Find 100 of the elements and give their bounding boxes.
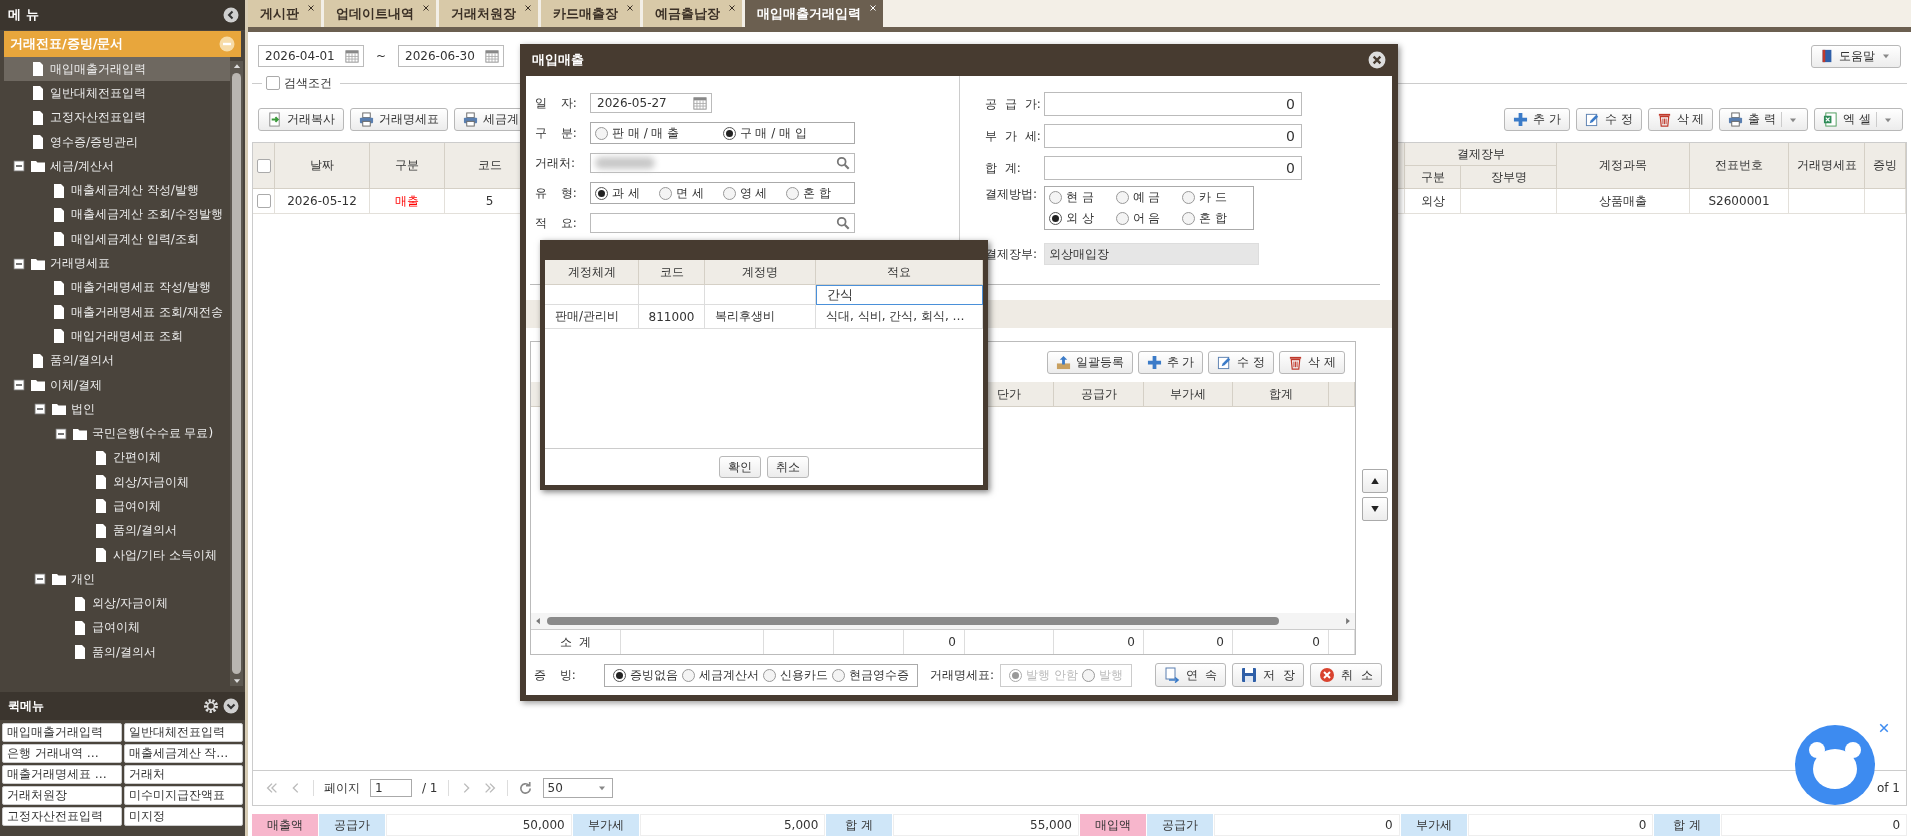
panel-button[interactable]: 삭 제 [1279, 350, 1345, 374]
tab[interactable]: 거래처원장 [439, 0, 538, 27]
collapse-icon[interactable] [13, 160, 25, 173]
settings-icon[interactable] [203, 698, 219, 714]
dialog-button[interactable]: 저 장 [1232, 663, 1305, 687]
quick-menu-button[interactable]: 매출세금계산 작… [123, 744, 243, 763]
bear-icon[interactable] [1792, 724, 1878, 806]
collapse-icon[interactable] [34, 403, 46, 416]
panel-button[interactable]: 일괄등록 [1046, 350, 1133, 374]
radio-button[interactable]: 혼 합 [1182, 210, 1249, 227]
radio-button[interactable]: 면 세 [658, 184, 723, 202]
close-icon[interactable] [307, 4, 315, 12]
collapse-icon[interactable] [13, 257, 25, 270]
table-cell[interactable]: 복리후생비 [705, 305, 816, 329]
toolbar-button[interactable]: 출 력 [1719, 108, 1809, 131]
table-cell[interactable]: 판매/관리비 [545, 305, 639, 329]
radio-button[interactable]: 현금영수증 [832, 666, 909, 684]
table-cell[interactable]: 811000 [639, 305, 705, 329]
tab[interactable]: 예금출납장 [643, 0, 742, 27]
radio-button[interactable]: 증빙없음 [613, 666, 678, 684]
close-icon[interactable] [626, 4, 634, 12]
tree-item[interactable]: 세금/계산서 [4, 154, 230, 179]
dialog-button[interactable]: 취 소 [1310, 663, 1382, 687]
tab[interactable]: 매입매출거래입력 [745, 0, 883, 27]
quick-menu-button[interactable]: 일반대체전표입력 [123, 723, 243, 742]
tree-item[interactable]: 간편이체 [4, 445, 230, 471]
dialog-button[interactable]: 연 속 [1154, 663, 1227, 687]
radio-button[interactable]: 어 음 [1115, 210, 1183, 227]
checkbox[interactable] [266, 76, 280, 90]
tree-item[interactable]: 품의/결의서 [4, 518, 230, 543]
close-icon[interactable] [524, 4, 532, 12]
tree-item[interactable]: 매출거래명세표 조회/재전송 [4, 299, 230, 325]
tree-item[interactable]: 거래명세표 [4, 251, 230, 276]
tab[interactable]: 카드매출장 [541, 0, 640, 27]
panel-button[interactable]: 추 가 [1137, 350, 1204, 374]
tree-item[interactable]: 매출거래명세표 작성/발행 [4, 275, 230, 300]
tree-item[interactable]: 고정자산전표입력 [4, 105, 230, 130]
radio-button[interactable]: 영 세 [722, 184, 787, 202]
tree-item[interactable]: 법인 [4, 397, 230, 422]
search-field[interactable] [590, 213, 855, 233]
refresh-icon[interactable] [517, 780, 533, 796]
quick-menu-button[interactable]: 거래처 [123, 765, 243, 784]
tree-item[interactable]: 외상/자금이체 [4, 470, 230, 495]
scrollbar[interactable] [531, 613, 1355, 629]
radio-button[interactable]: 혼 합 [786, 184, 850, 202]
popup-button[interactable]: 취소 [767, 456, 809, 478]
radio-button[interactable]: 카 드 [1182, 189, 1249, 206]
help-button[interactable]: 도움말 [1811, 44, 1901, 68]
chevron-left-icon[interactable] [223, 7, 239, 23]
checkbox[interactable] [256, 158, 271, 173]
close-icon[interactable] [728, 4, 736, 12]
tree-item[interactable]: 외상/자금이체 [4, 591, 230, 616]
scrollbar[interactable] [230, 61, 243, 686]
tree-item[interactable]: 급여이체 [4, 494, 230, 519]
amount-field[interactable]: 0 [1044, 156, 1302, 180]
filter-field[interactable]: 간식 [816, 285, 983, 305]
quick-menu-button[interactable]: 미수미지급잔액표 [123, 786, 243, 805]
collapse-icon[interactable] [13, 379, 25, 391]
tree-item[interactable]: 급여이체 [4, 615, 230, 641]
toolbar-button[interactable]: 수 정 [1575, 108, 1642, 131]
collapse-icon[interactable] [34, 573, 46, 586]
date-field[interactable]: 2026-05-27 [590, 93, 712, 113]
move-down-button[interactable] [1362, 497, 1388, 521]
radio-button[interactable]: 판 매 / 매 출 [595, 124, 723, 142]
tree-item[interactable]: 영수증/증빙관리 [4, 129, 230, 155]
panel-button[interactable]: 수 정 [1208, 350, 1275, 374]
radio-button[interactable]: 세금계산서 [682, 666, 759, 684]
amount-field[interactable]: 0 [1044, 124, 1302, 148]
tree-item[interactable]: 매입매출거래입력 [4, 57, 230, 82]
collapse-icon[interactable] [55, 427, 67, 440]
quick-menu-button[interactable]: 매입매출거래입력 [2, 723, 122, 742]
radio-button[interactable]: 과 세 [595, 184, 659, 202]
search-field[interactable] [590, 153, 855, 173]
radio-button[interactable]: 예 금 [1115, 189, 1183, 206]
tree-item[interactable]: 개인 [4, 567, 230, 592]
tree-item[interactable]: 품의/결의서 [4, 640, 230, 665]
page-size-select[interactable]: 50 [542, 778, 613, 798]
quick-menu-button[interactable]: 매출거래명세표 … [2, 765, 122, 784]
date-field[interactable]: 2026-04-01 [258, 45, 364, 67]
radio-button[interactable]: 외 상 [1049, 210, 1116, 227]
toolbar-button[interactable]: 거래명세표 [350, 108, 448, 131]
table-cell[interactable]: 식대, 식비, 간식, 회식, … [816, 305, 983, 329]
toolbar-button[interactable]: 엑 셀 [1814, 108, 1903, 131]
quick-menu-button[interactable]: 거래처원장 [2, 786, 122, 805]
checkbox[interactable] [256, 194, 271, 208]
close-icon[interactable] [1368, 51, 1386, 69]
tree-item[interactable]: 매출세금계산 조회/수정발행 [4, 202, 230, 228]
filter-field[interactable] [705, 285, 816, 305]
tree-item[interactable]: 품의/결의서 [4, 348, 230, 373]
quick-menu-button[interactable]: 고정자산전표입력 [2, 807, 122, 826]
tree-item[interactable]: 매입세금계산 입력/조회 [4, 227, 230, 252]
tree-item[interactable]: 사업/기타 소득이체 [4, 542, 230, 568]
filter-field[interactable] [545, 285, 639, 305]
tree-item[interactable]: 이체/결제 [4, 372, 230, 398]
radio-button[interactable]: 현 금 [1049, 189, 1116, 206]
tree-item[interactable]: 국민은행(수수료 무료) [4, 421, 230, 446]
page-input[interactable]: 1 [370, 779, 412, 797]
chevron-down-icon[interactable] [223, 698, 239, 714]
tab[interactable]: 업데이트내역 [324, 0, 436, 27]
tree-item[interactable]: 일반대체전표입력 [4, 81, 230, 106]
